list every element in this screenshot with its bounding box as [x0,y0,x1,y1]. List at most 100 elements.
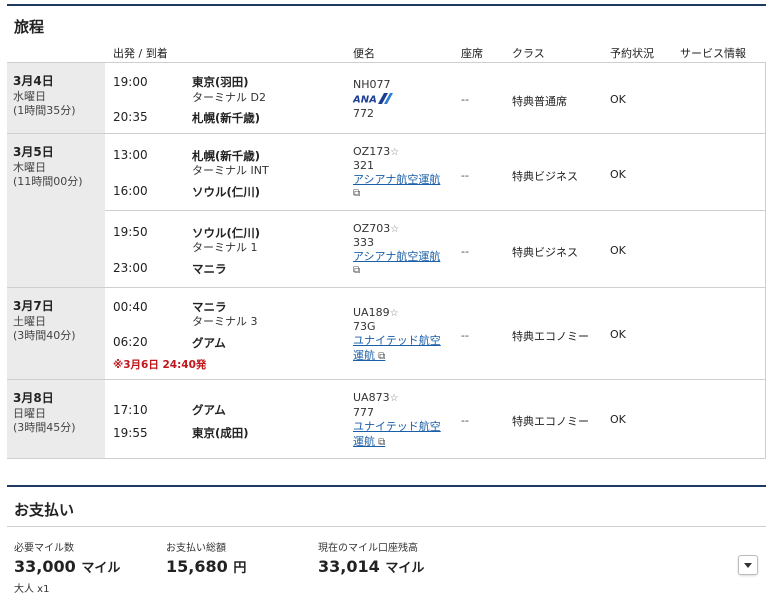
flight-number: NH077 [353,78,391,91]
external-link-icon[interactable]: ⧉ [375,437,385,448]
class-value: 特典ビジネス [512,170,578,183]
passenger-count: 大人 x1 [14,584,50,595]
expand-toggle-button[interactable] [738,555,758,575]
star-icon[interactable]: ☆ [390,224,399,235]
arrival-time: 19:55 [113,426,148,440]
table-right-border [765,62,766,459]
flight-number: UA189☆ [353,306,399,319]
aircraft-type: 73G [353,320,376,333]
status-value: OK [610,328,626,341]
arrival-time: 20:35 [113,110,148,124]
external-link-icon[interactable]: ⧉ [353,265,360,276]
itinerary-top-bar [7,4,766,6]
operator-link-line2[interactable]: 運航 ⧉ [353,348,441,364]
mile-balance-label: 現在のマイル口座残高 [318,543,418,554]
day-duration: (3時間40分) [13,329,76,342]
row-divider [7,287,766,288]
arrival-place: 東京(成田) [192,426,249,440]
row-divider [105,210,766,211]
day-duration: (3時間45分) [13,421,76,434]
class-value: 特典エコノミー [512,330,589,343]
payment-total-label: お支払い総額 [166,543,226,554]
star-icon[interactable]: ☆ [390,308,399,319]
flight-number: OZ173☆ [353,145,399,158]
status-value: OK [610,168,626,181]
chevron-down-icon[interactable] [739,556,757,574]
day-duration: (11時間00分) [13,175,83,188]
arrival-time: 16:00 [113,184,148,198]
aircraft-type: 333 [353,236,374,249]
operator-link-line2[interactable]: 運航 ⧉ [353,434,441,450]
external-link-icon[interactable]: ⧉ [353,188,360,199]
mile-balance-unit: マイル [385,561,425,576]
seat-value: -- [461,169,469,182]
arrival-place: マニラ [192,262,227,276]
header-dep-arr: 出発 / 到着 [113,47,168,60]
payment-title: お支払い [14,501,75,519]
departure-terminal: ターミナル 3 [192,315,258,328]
star-icon[interactable]: ☆ [390,393,399,404]
itinerary-title: 旅程 [14,18,45,36]
star-icon[interactable]: ☆ [390,147,399,158]
payment-total-number: 15,680 [166,557,228,576]
payment-total-unit: 円 [233,561,247,576]
seat-value: -- [461,245,469,258]
header-class: クラス [512,47,545,60]
departure-time: 13:00 [113,148,148,162]
seat-value: -- [461,93,469,106]
seat-value: -- [461,329,469,342]
status-value: OK [610,413,626,426]
aircraft-type: 321 [353,159,374,172]
departure-terminal: ターミナル D2 [192,91,266,104]
flight-number-text: UA189 [353,306,390,319]
required-miles-unit: マイル [81,561,121,576]
departure-terminal: ターミナル INT [192,164,269,177]
operator-link[interactable]: ユナイテッド航空 運航 ⧉ [353,419,441,450]
row-divider [7,458,766,459]
operator-link-line1[interactable]: ユナイテッド航空 [353,333,441,348]
arrival-place: グアム [192,336,226,350]
mile-balance-number: 33,014 [318,557,380,576]
flight-number: UA873☆ [353,391,399,404]
flight-number-text: OZ173 [353,145,391,158]
operator-link[interactable]: ユナイテッド航空 運航 ⧉ [353,333,441,364]
class-value: 特典ビジネス [512,246,578,259]
operator-link[interactable]: アシアナ航空運航 [353,172,440,187]
day-date: 3月4日 [13,74,54,88]
operator-link[interactable]: アシアナ航空運航 [353,249,440,264]
mile-balance-value: 33,014 マイル [318,557,424,576]
header-status: 予約状況 [610,47,654,60]
aircraft-type: 772 [353,107,374,120]
aircraft-type: 777 [353,406,374,419]
operator-link-line1[interactable]: ユナイテッド航空 [353,419,441,434]
flight-number: OZ703☆ [353,222,399,235]
arrival-place: 札幌(新千歳) [192,111,261,125]
operator-link-line2-text[interactable]: 運航 [353,349,375,362]
payment-divider [7,526,766,527]
arrival-place: ソウル(仁川) [192,185,261,199]
departure-time: 19:50 [113,225,148,239]
status-value: OK [610,93,626,106]
external-link-icon[interactable]: ⧉ [375,351,385,362]
departure-place: グアム [192,403,226,417]
row-divider [7,133,766,134]
departure-time: 19:00 [113,75,148,89]
required-miles-label: 必要マイル数 [14,543,74,554]
operator-link-line2-text[interactable]: 運航 [353,435,375,448]
departure-place: 東京(羽田) [192,75,249,89]
departure-terminal: ターミナル 1 [192,241,258,254]
day-date: 3月8日 [13,391,54,405]
departure-time: 17:10 [113,403,148,417]
header-seat: 座席 [461,47,483,60]
flight-number-text: OZ703 [353,222,391,235]
required-miles-value: 33,000 マイル [14,557,120,576]
table-top-divider [7,62,766,63]
departure-time: 00:40 [113,300,148,314]
class-value: 特典エコノミー [512,415,589,428]
required-miles-number: 33,000 [14,557,76,576]
day-duration: (1時間35分) [13,104,76,117]
arrival-time: 23:00 [113,261,148,275]
ana-logo-text: ANA [353,95,377,106]
day-date: 3月5日 [13,145,54,159]
payment-top-bar [7,485,766,487]
